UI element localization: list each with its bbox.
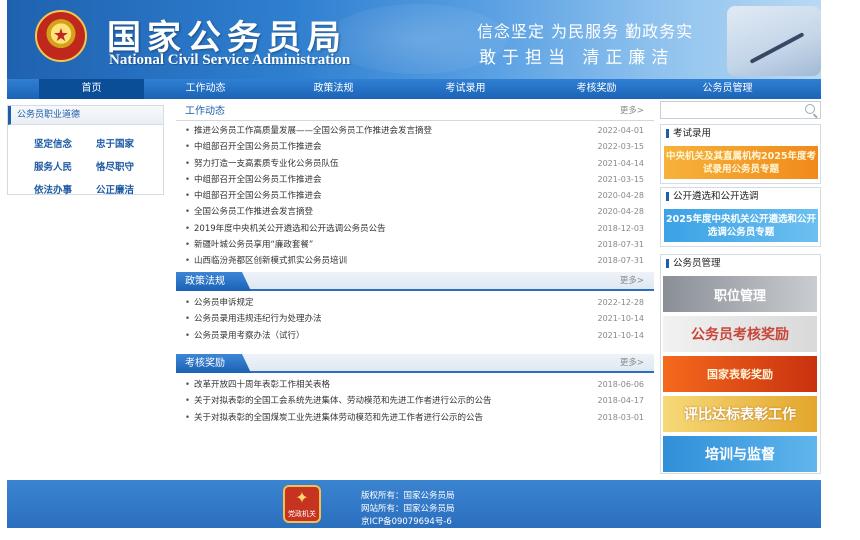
- government-badge-icon[interactable]: ✦ 党政机关: [283, 485, 321, 523]
- nav-reward[interactable]: 考核奖励: [544, 79, 649, 99]
- policy-list: 公务员申诉规定2022-12-28 公务员录用违规违纪行为处理办法2021-10…: [176, 291, 654, 344]
- selection-title: 公开遴选和公开选调: [661, 188, 820, 205]
- exam-panel: 考试录用 中央机关及其直属机构2025年度考试录用公务员专题: [660, 124, 821, 184]
- search-box[interactable]: [660, 101, 821, 119]
- list-item[interactable]: 中组部召开全国公务员工作推进会2021-03-15: [176, 172, 654, 189]
- list-item[interactable]: 山西临汾尧都区创新模式抓实公务员培训2018-07-31: [176, 253, 654, 270]
- management-title: 公务员管理: [661, 255, 820, 272]
- list-item[interactable]: 全国公务员工作推进会发言摘登2020-04-28: [176, 204, 654, 221]
- tile-evaluation-commendation[interactable]: 评比达标表彰工作: [663, 396, 817, 432]
- nav-policy[interactable]: 政策法规: [281, 79, 386, 99]
- reward-more-link[interactable]: 更多>: [620, 354, 644, 373]
- policy-title[interactable]: 政策法规: [176, 272, 251, 291]
- ethics-value: 服务人民: [34, 162, 73, 173]
- policy-section: 政策法规 更多> 公务员申诉规定2022-12-28 公务员录用违规违纪行为处理…: [176, 272, 654, 344]
- badge-glyph: ✦: [295, 488, 309, 507]
- site-header: ★ 国家公务员局 National Civil Service Administ…: [7, 0, 821, 79]
- list-item[interactable]: 中组部召开全国公务员工作推进会2020-04-28: [176, 188, 654, 205]
- list-item[interactable]: 改革开放四十周年表彰工作相关表格2018-06-06: [176, 377, 654, 394]
- search-icon[interactable]: [805, 104, 815, 114]
- main-nav: 首页 工作动态 政策法规 考试录用 考核奖励 公务员管理: [7, 79, 821, 99]
- selection-panel: 公开遴选和公开选调 2025年度中央机关公开遴选和公开选调公务员专题: [660, 187, 821, 247]
- policy-more-link[interactable]: 更多>: [620, 272, 644, 291]
- site-footer: ✦ 党政机关 版权所有：国家公务员局 网站所有：国家公务员局 京ICP备0907…: [7, 480, 821, 528]
- ethics-value: 坚定信念: [34, 139, 73, 150]
- tile-assessment-reward[interactable]: 公务员考核奖励: [663, 316, 817, 352]
- reward-title[interactable]: 考核奖励: [176, 354, 251, 373]
- list-item[interactable]: 努力打造一支高素质专业化公务员队伍2021-04-14: [176, 156, 654, 173]
- reward-section: 考核奖励 更多> 改革开放四十周年表彰工作相关表格2018-06-06 关于对拟…: [176, 354, 654, 426]
- slogan-line-2: 敢于担当 清正廉洁: [479, 48, 675, 68]
- ethics-value: 忠于国家: [96, 139, 135, 150]
- page: ★ 国家公务员局 National Civil Service Administ…: [0, 0, 860, 540]
- footer-copyright: 版权所有：国家公务员局: [361, 491, 455, 501]
- list-item[interactable]: 推进公务员工作高质量发展——全国公务员工作推进会发言摘登2022-04-01: [176, 123, 654, 140]
- exam-title: 考试录用: [661, 125, 820, 142]
- exam-banner[interactable]: 中央机关及其直属机构2025年度考试录用公务员专题: [664, 146, 818, 179]
- list-item[interactable]: 2019年度中央机关公开遴选和公开选调公务员公告2018-12-03: [176, 221, 654, 238]
- tile-position-management[interactable]: 职位管理: [663, 276, 817, 312]
- pen-icon: [749, 32, 805, 64]
- list-item[interactable]: 公务员申诉规定2022-12-28: [176, 295, 654, 312]
- nav-management[interactable]: 公务员管理: [675, 79, 780, 99]
- nav-home[interactable]: 首页: [39, 79, 144, 99]
- reward-header: 考核奖励 更多>: [176, 354, 654, 373]
- footer-icp[interactable]: 京ICP备09079694号-6: [361, 515, 452, 527]
- nav-work[interactable]: 工作动态: [153, 79, 258, 99]
- management-tiles: 职位管理 公务员考核奖励 国家表彰奖励 评比达标表彰工作 培训与监督: [663, 276, 817, 476]
- list-item[interactable]: 中组部召开全国公务员工作推进会2022-03-15: [176, 139, 654, 156]
- tile-national-commendation[interactable]: 国家表彰奖励: [663, 356, 817, 392]
- list-item[interactable]: 公务员录用考察办法（试行）2021-10-14: [176, 328, 654, 345]
- list-item[interactable]: 关于对拟表彰的全国煤炭工业先进集体劳动模范和先进工作者进行公示的公告2018-0…: [176, 410, 654, 427]
- footer-site-owner: 网站所有：国家公务员局: [361, 504, 455, 514]
- list-item[interactable]: 关于对拟表彰的全国工会系统先进集体、劳动模范和先进工作者进行公示的公告2018-…: [176, 393, 654, 410]
- ethics-value: 依法办事: [34, 185, 73, 196]
- work-more-link[interactable]: 更多>: [620, 102, 644, 121]
- slogan-line-1: 信念坚定 为民服务 勤政务实: [477, 22, 694, 41]
- ethics-value: 公正廉洁: [96, 185, 135, 196]
- ethics-title: 公务员职业道德: [8, 106, 163, 125]
- policy-header: 政策法规 更多>: [176, 272, 654, 291]
- badge-text: 党政机关: [288, 510, 316, 518]
- selection-banner[interactable]: 2025年度中央机关公开遴选和公开选调公务员专题: [664, 209, 818, 242]
- tile-training-supervision[interactable]: 培训与监督: [663, 436, 817, 472]
- work-section: 工作动态 更多> 推进公务员工作高质量发展——全国公务员工作推进会发言摘登202…: [176, 102, 654, 270]
- list-item[interactable]: 公务员录用违规违纪行为处理办法2021-10-14: [176, 311, 654, 328]
- nav-exam[interactable]: 考试录用: [413, 79, 518, 99]
- work-list: 推进公务员工作高质量发展——全国公务员工作推进会发言摘登2022-04-01 中…: [176, 121, 654, 270]
- national-emblem-icon: ★: [35, 10, 87, 62]
- ethics-value: 恪尽职守: [96, 162, 135, 173]
- reward-list: 改革开放四十周年表彰工作相关表格2018-06-06 关于对拟表彰的全国工会系统…: [176, 373, 654, 426]
- ethics-values: 坚定信念 忠于国家 服务人民 恪尽职守 依法办事 公正廉洁: [8, 125, 163, 196]
- work-header: 工作动态 更多>: [176, 102, 654, 121]
- site-title-en: National Civil Service Administration: [109, 52, 351, 68]
- ethics-panel: 公务员职业道德 坚定信念 忠于国家 服务人民 恪尽职守 依法办事 公正廉洁: [7, 105, 164, 196]
- work-title[interactable]: 工作动态: [176, 102, 234, 121]
- list-item[interactable]: 新疆叶城公务员享用“廉政套餐”2018-07-31: [176, 237, 654, 254]
- writing-hand-image: [727, 6, 821, 76]
